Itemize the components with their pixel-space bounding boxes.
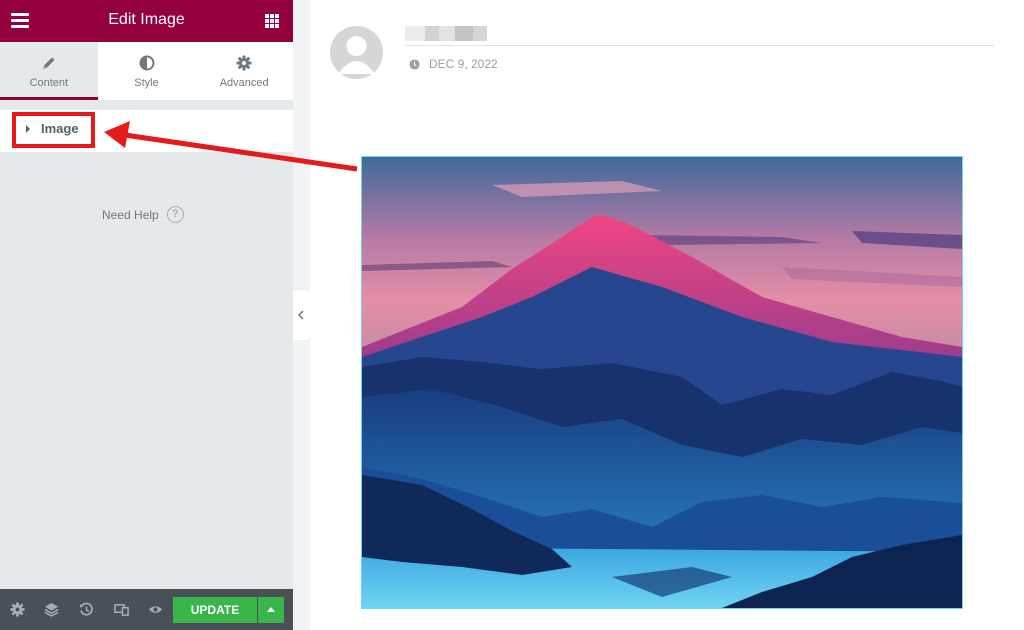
preview-icon[interactable] bbox=[148, 602, 163, 617]
tab-advanced[interactable]: Advanced bbox=[195, 42, 293, 100]
panel-title: Edit Image bbox=[108, 11, 185, 28]
pencil-icon bbox=[42, 57, 55, 69]
panel-header: Edit Image bbox=[0, 0, 293, 42]
user-avatar-icon bbox=[330, 26, 383, 79]
caret-right-icon bbox=[26, 125, 30, 133]
gear-icon bbox=[236, 55, 252, 71]
half-circle-icon bbox=[139, 55, 154, 71]
settings-icon[interactable] bbox=[10, 602, 25, 617]
collapse-panel-handle[interactable] bbox=[293, 290, 310, 340]
layers-icon[interactable] bbox=[44, 602, 59, 617]
author-name-blurred bbox=[405, 26, 487, 41]
responsive-icon[interactable] bbox=[114, 602, 129, 617]
update-options-button[interactable] bbox=[258, 597, 284, 623]
section-bar: Image bbox=[0, 110, 293, 152]
meta-divider bbox=[405, 45, 994, 46]
tab-style-label: Style bbox=[134, 77, 159, 89]
tab-content[interactable]: Content bbox=[0, 42, 98, 100]
chevron-left-icon bbox=[297, 310, 304, 320]
image-widget[interactable] bbox=[361, 156, 963, 609]
history-icon[interactable] bbox=[79, 602, 94, 617]
tab-advanced-label: Advanced bbox=[219, 77, 269, 89]
image-section-toggle[interactable]: Image bbox=[12, 112, 95, 148]
need-help-link[interactable]: Need Help ? bbox=[102, 206, 184, 223]
grid-icon[interactable] bbox=[265, 14, 279, 28]
editor-panel: Edit Image Content Style Advanced Image … bbox=[0, 0, 293, 630]
panel-footer: UPDATE bbox=[0, 589, 293, 630]
tab-style[interactable]: Style bbox=[98, 42, 196, 100]
page-canvas: DEC 9, 2022 bbox=[310, 0, 1024, 630]
post-date: DEC 9, 2022 bbox=[409, 57, 498, 71]
question-icon: ? bbox=[166, 206, 184, 223]
tab-content-label: Content bbox=[29, 77, 69, 89]
panel-tabs: Content Style Advanced bbox=[0, 42, 293, 100]
update-button[interactable]: UPDATE bbox=[173, 597, 257, 623]
section-label: Image bbox=[41, 121, 79, 136]
post-date-text: DEC 9, 2022 bbox=[429, 57, 498, 71]
need-help-label: Need Help bbox=[102, 207, 159, 222]
clock-icon bbox=[409, 58, 420, 70]
mountain-photo bbox=[362, 157, 962, 608]
